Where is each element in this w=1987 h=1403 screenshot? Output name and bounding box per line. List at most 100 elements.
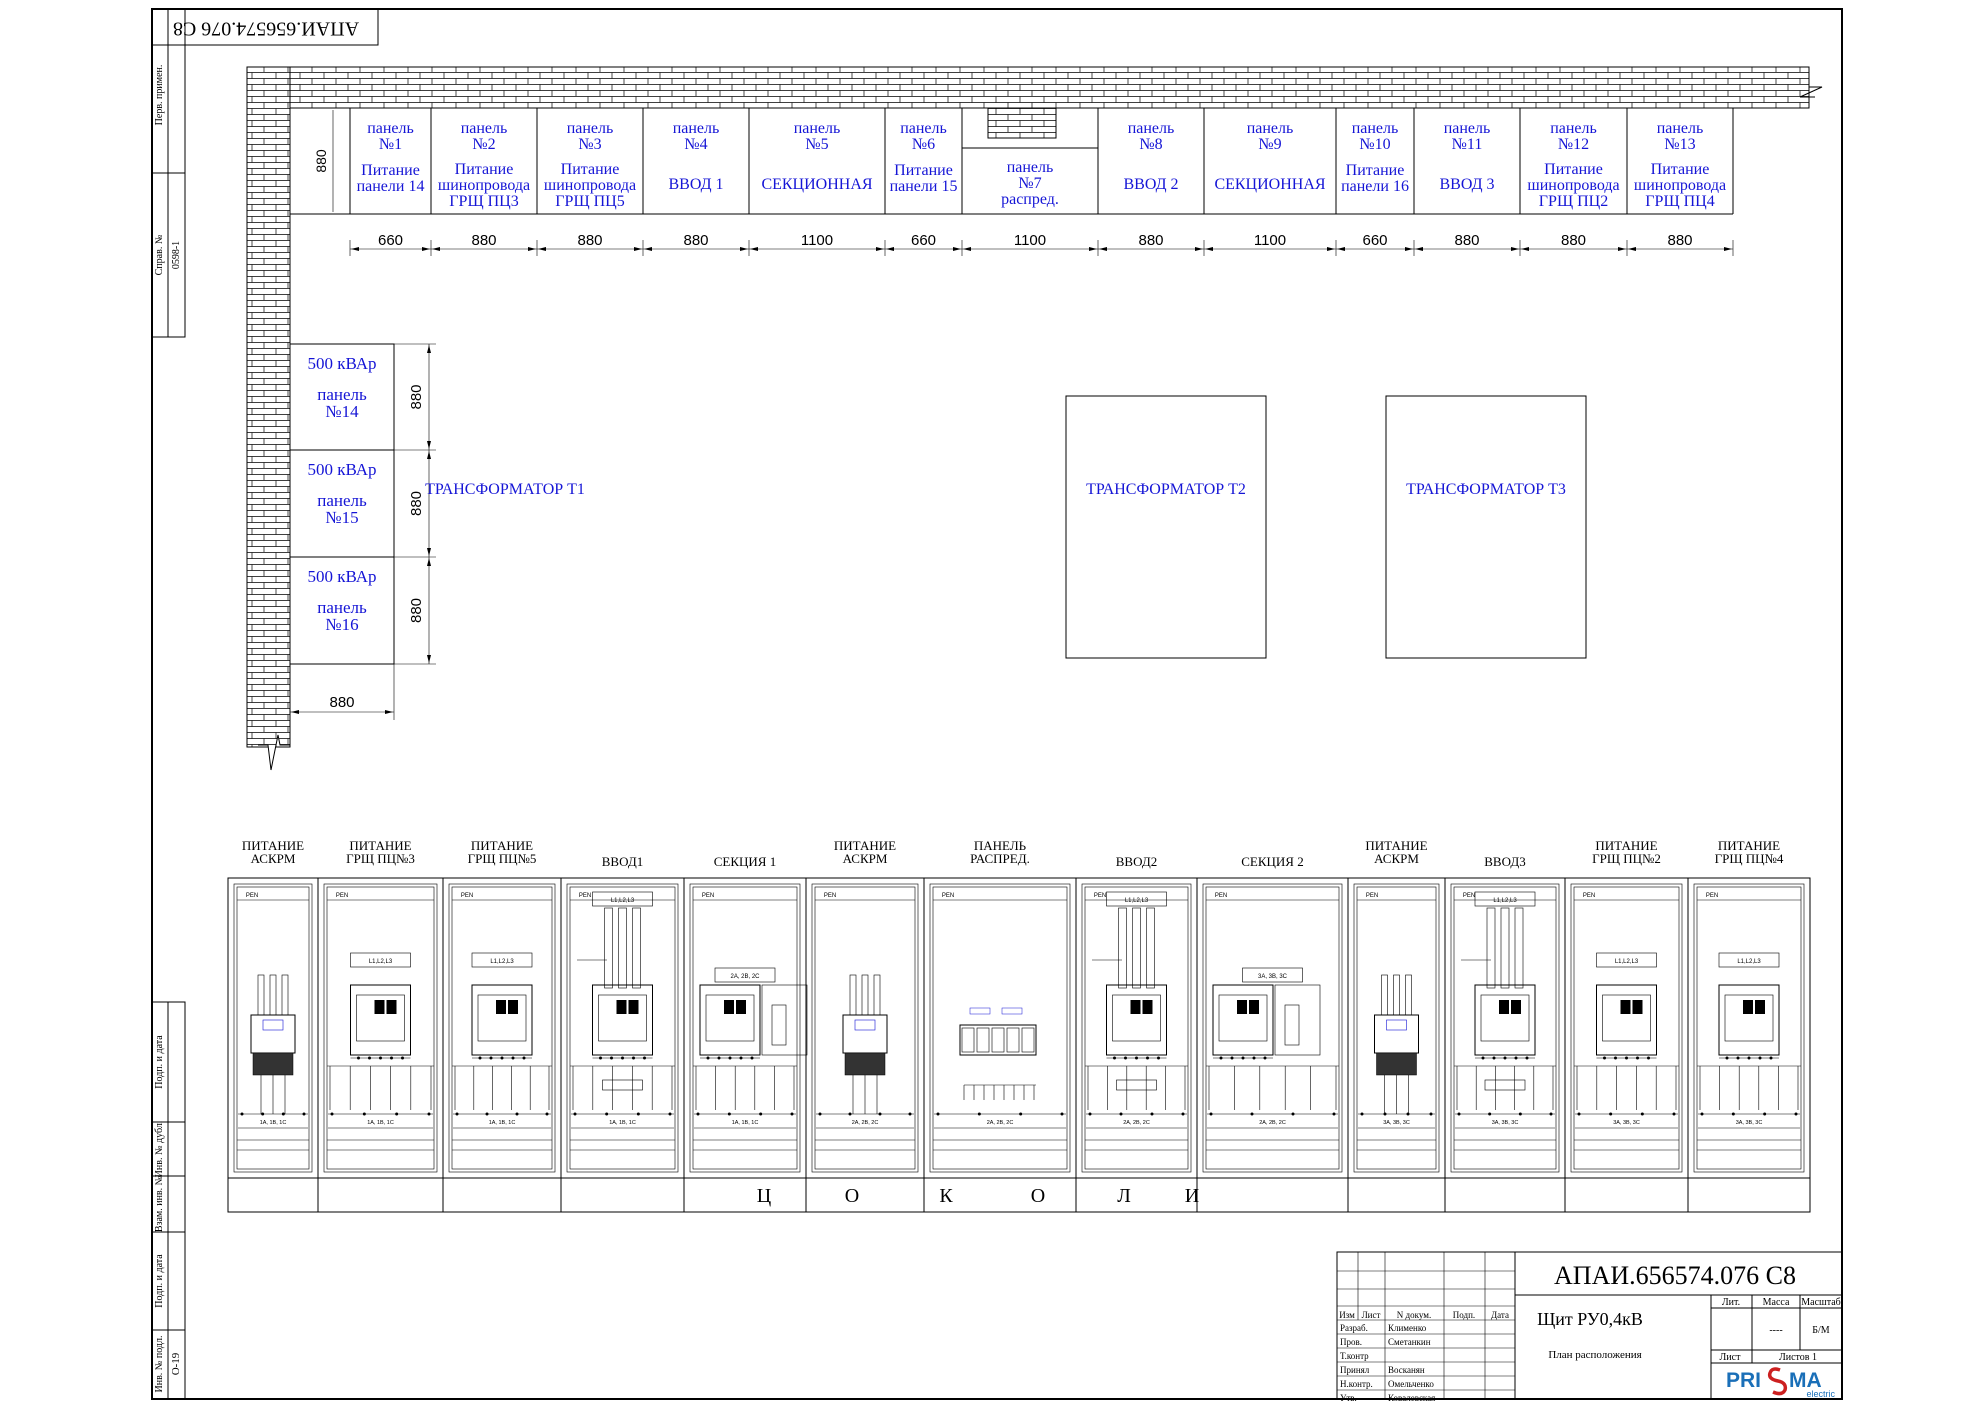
plan-panel-7: панель №7 распред. 1100 <box>1001 159 1059 249</box>
tb-person: Ковалевская <box>1388 1393 1435 1403</box>
tb-head-izm: Изм <box>1339 1310 1355 1320</box>
plan-panel-number: панель №6 <box>900 120 947 153</box>
side-inv-podl-value: O-19 <box>170 1352 182 1375</box>
plan-panel-width: 660 <box>911 232 936 249</box>
logo-sub: electric <box>1806 1389 1835 1399</box>
plan-panel-width: 880 <box>1138 232 1163 249</box>
section-label: ПИТАНИЕ ГРЩ ПЦ№2 <box>1592 838 1661 866</box>
section-top-bus: 3А, 3В, 3С <box>1258 974 1288 980</box>
tb-head-doc: N докум. <box>1397 1310 1431 1320</box>
side-panel-name: панель №14 <box>317 385 367 421</box>
tb-role: Принял <box>1340 1365 1370 1375</box>
sheet-border <box>151 8 1843 1400</box>
plan-panel-width: 880 <box>683 232 708 249</box>
side-panel-16: 500 кВАр панель №16 880 <box>307 567 425 634</box>
doc-code-rotated: АПАИ.656574.076 С8 <box>173 17 359 39</box>
tb-masshtab: Масштаб <box>1801 1297 1841 1308</box>
side-vzam-inv: Взам. инв. № <box>154 1176 165 1232</box>
tb-massa: Масса <box>1763 1297 1790 1308</box>
section-bottom-bus: 2А, 2В, 2С <box>987 1120 1014 1126</box>
tb-head-date: Дата <box>1491 1310 1509 1320</box>
side-podp-data-2: Подп. и дата <box>154 1254 165 1308</box>
elevation-section-11: ВВОД3 PEN 3А, 3В, 3С L1,L2,L3 <box>1444 854 1560 1212</box>
plan-panel-title: панель №7 распред. <box>1001 159 1059 208</box>
elevation-section-13: ПИТАНИЕ ГРЩ ПЦ№4 PEN 3А, 3В, 3С L1,L2,L3 <box>1687 838 1805 1212</box>
plan-panel-title: Питание панели 15 <box>890 162 958 195</box>
side-panel-14: 500 кВАр панель №14 880 <box>307 354 425 421</box>
section-bottom-bus: 3А, 3В, 3С <box>1736 1120 1763 1126</box>
plan-panel-1: панель №1 Питание панели 14 660 <box>357 120 425 249</box>
plan-panel-title: ВВОД 1 <box>668 176 723 193</box>
plan-panel-number: панель №1 <box>367 120 414 153</box>
plan-panel-width: 880 <box>1454 232 1479 249</box>
tb-lit: Лит. <box>1722 1297 1740 1308</box>
layout-plan: 880 панель №1 Питание панели 14 660 панель №2 Пи… <box>289 108 1734 720</box>
logo-left: PRI <box>1726 1369 1761 1392</box>
side-width-label: 880 <box>329 694 354 711</box>
elevation-section-1: ПИТАНИЕ АСКРМ PEN 1А, 1В, 1С <box>227 838 313 1212</box>
plan-panel-number: панель №4 <box>673 120 720 153</box>
elevation-section-3: ПИТАНИЕ ГРЩ ПЦ№5 PEN 1А, 1В, 1С L1,L2,L3 <box>442 838 556 1212</box>
tb-person: Восканян <box>1388 1365 1425 1375</box>
section-label: ПАНЕЛЬ РАСПРЕД. <box>970 838 1030 866</box>
section-bus-label: PEN <box>1463 893 1475 899</box>
plinth-letter: Ц <box>757 1185 771 1207</box>
tb-person: Сметанкин <box>1388 1337 1431 1347</box>
tb-role: Н.контр. <box>1340 1379 1373 1389</box>
section-label: ПИТАНИЕ АСКРМ <box>242 838 304 866</box>
section-top-bus: L1,L2,L3 <box>369 959 393 965</box>
plan-panel-number: панель №10 <box>1352 120 1399 153</box>
section-top-bus: L1,L2,L3 <box>1615 959 1639 965</box>
title-subtitle: План расположения <box>1548 1349 1641 1361</box>
section-bus-label: PEN <box>942 893 954 899</box>
plinth-letter: К <box>939 1185 953 1207</box>
side-inv-podl: Инв. № подл. <box>154 1336 165 1393</box>
transformer-label: ТРАНСФОРМАТОР Т3 <box>1406 481 1566 498</box>
side-panel-15: 500 кВАр панель №15 880 <box>307 460 425 527</box>
transformer-t2: ТРАНСФОРМАТОР Т2 <box>1065 395 1267 659</box>
transformer-label: ТРАНСФОРМАТОР Т2 <box>1086 481 1246 498</box>
side-sprav: Справ. № <box>154 235 165 276</box>
section-label: СЕКЦИЯ 2 <box>1241 854 1303 869</box>
plan-panel-title: СЕКЦИОННАЯ <box>1214 176 1325 193</box>
section-bottom-bus: 1А, 1В, 1С <box>489 1120 516 1126</box>
side-stamp: Перв. примен. Справ. № 0598-1 Подп. и да… <box>151 8 186 1400</box>
section-bus-label: PEN <box>702 893 714 899</box>
plan-panel-8: панель №8 ВВОД 2 880 <box>1123 120 1178 249</box>
section-bus-label: PEN <box>824 893 836 899</box>
section-bottom-bus: 1А, 1В, 1С <box>609 1120 636 1126</box>
logo-s-icon <box>1767 1367 1788 1396</box>
tb-massa-value: ---- <box>1769 1325 1782 1336</box>
plan-panel-width: 1100 <box>801 232 833 249</box>
tb-masshtab-value: Б/М <box>1812 1325 1830 1336</box>
section-label: ПИТАНИЕ ГРЩ ПЦ№4 <box>1715 838 1784 866</box>
plan-panel-9: панель №9 СЕКЦИОННАЯ 1100 <box>1214 120 1325 249</box>
plan-panel-number: панель №12 <box>1550 120 1597 153</box>
elevation-section-5: СЕКЦИЯ 1 PEN 1А, 1В, 1С 2А, 2В, 2С <box>683 854 808 1212</box>
section-bottom-bus: 1А, 1В, 1С <box>260 1120 287 1126</box>
tb-role: Разраб. <box>1340 1323 1368 1333</box>
tb-role: Пров. <box>1340 1337 1362 1347</box>
section-bottom-bus: 2А, 2В, 2С <box>1123 1120 1150 1126</box>
plan-panel-number: панель №5 <box>794 120 841 153</box>
prisma-logo: PRI MA electric <box>1726 1367 1835 1399</box>
plan-panel-13: панель №13 Питание шинопровода ГРЩ ПЦ4 880 <box>1634 120 1726 249</box>
elevation-section-12: ПИТАНИЕ ГРЩ ПЦ№2 PEN 3А, 3В, 3С L1,L2,L3 <box>1564 838 1683 1212</box>
section-bus-label: PEN <box>1706 893 1718 899</box>
drawing-sheet: АПАИ.656574.076 С8 Перв. примен. Справ. … <box>151 8 1843 1403</box>
tb-listov: Листов 1 <box>1779 1352 1817 1363</box>
elevation-section-7: ПАНЕЛЬ РАСПРЕД. PEN 2А, 2В, 2С <box>923 838 1071 1212</box>
side-podp-data-1: Подп. и дата <box>154 1035 165 1089</box>
section-top-bus: L1,L2,L3 <box>611 898 635 904</box>
side-panel-name: панель №15 <box>317 491 367 527</box>
plan-panel-title: Питание шинопровода ГРЩ ПЦ2 <box>1527 161 1619 210</box>
plinth-letter: О <box>1031 1185 1045 1207</box>
plan-panel-number: панель №13 <box>1657 120 1704 153</box>
transformer-t3: ТРАНСФОРМАТОР Т3 <box>1385 395 1587 659</box>
side-sprav-value: 0598-1 <box>171 241 182 269</box>
section-bottom-bus: 1А, 1В, 1С <box>732 1120 759 1126</box>
side-panel-power: 500 кВАр <box>307 460 376 479</box>
plan-panel-width: 880 <box>1561 232 1586 249</box>
side-panel-name: панель №16 <box>317 598 367 634</box>
plan-panel-title: ВВОД 3 <box>1439 176 1494 193</box>
